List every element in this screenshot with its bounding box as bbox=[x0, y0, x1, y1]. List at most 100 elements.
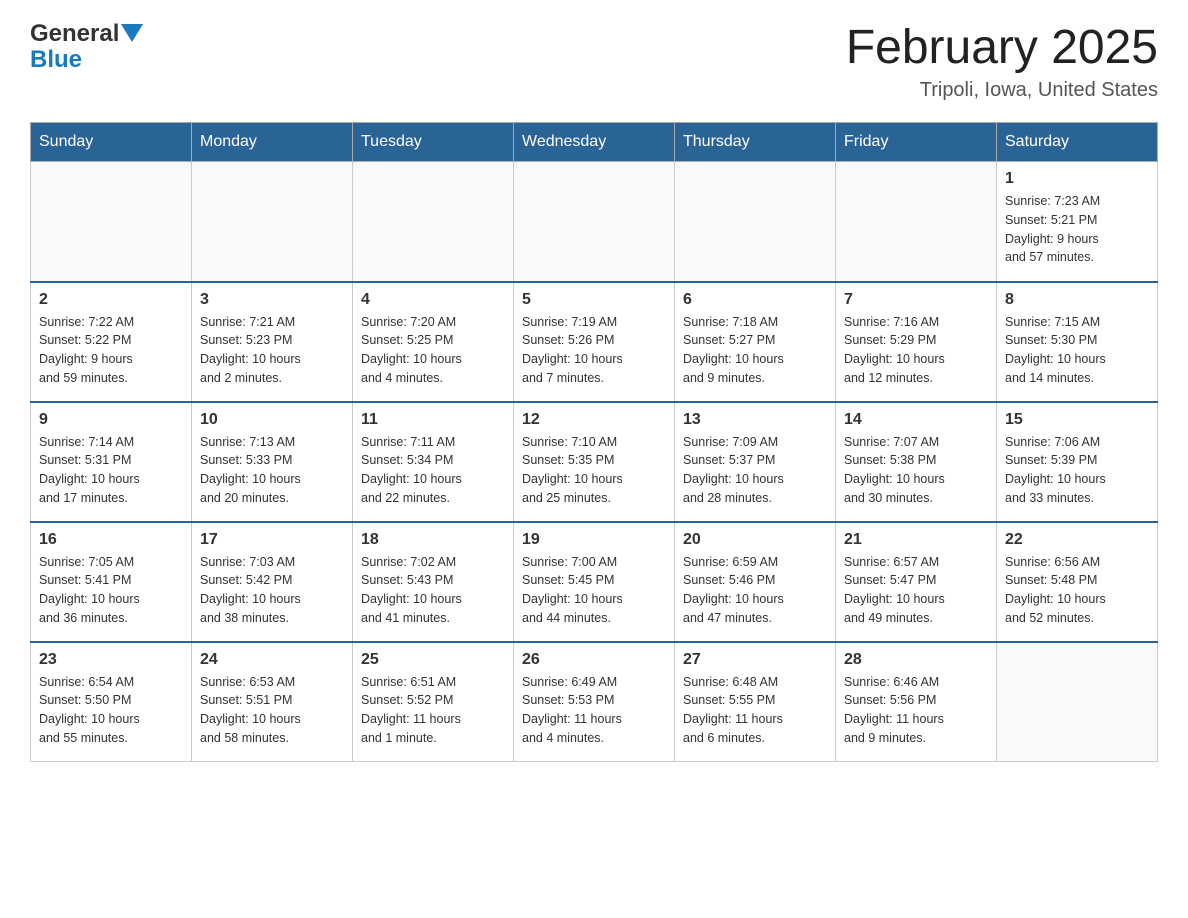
day-info: Sunrise: 7:00 AM Sunset: 5:45 PM Dayligh… bbox=[522, 553, 666, 628]
calendar-cell: 11 Sunrise: 7:11 AM Sunset: 5:34 PM Dayli… bbox=[353, 402, 514, 522]
day-number: 24 bbox=[200, 651, 344, 669]
calendar-cell: 9 Sunrise: 7:14 AM Sunset: 5:31 PM Daylig… bbox=[31, 402, 192, 522]
calendar-cell: 2 Sunrise: 7:22 AM Sunset: 5:22 PM Daylig… bbox=[31, 282, 192, 402]
logo-blue-text: Blue bbox=[30, 46, 82, 74]
day-info: Sunrise: 7:16 AM Sunset: 5:29 PM Dayligh… bbox=[844, 313, 988, 388]
day-info: Sunrise: 6:53 AM Sunset: 5:51 PM Dayligh… bbox=[200, 673, 344, 748]
day-info: Sunrise: 7:18 AM Sunset: 5:27 PM Dayligh… bbox=[683, 313, 827, 388]
day-info: Sunrise: 7:11 AM Sunset: 5:34 PM Dayligh… bbox=[361, 433, 505, 508]
day-number: 26 bbox=[522, 651, 666, 669]
day-info: Sunrise: 6:54 AM Sunset: 5:50 PM Dayligh… bbox=[39, 673, 183, 748]
day-info: Sunrise: 7:13 AM Sunset: 5:33 PM Dayligh… bbox=[200, 433, 344, 508]
day-info: Sunrise: 7:22 AM Sunset: 5:22 PM Dayligh… bbox=[39, 313, 183, 388]
calendar-header-row: SundayMondayTuesdayWednesdayThursdayFrid… bbox=[31, 123, 1158, 162]
calendar-cell: 16 Sunrise: 7:05 AM Sunset: 5:41 PM Dayli… bbox=[31, 522, 192, 642]
day-info: Sunrise: 7:03 AM Sunset: 5:42 PM Dayligh… bbox=[200, 553, 344, 628]
calendar-cell: 18 Sunrise: 7:02 AM Sunset: 5:43 PM Dayli… bbox=[353, 522, 514, 642]
day-info: Sunrise: 6:51 AM Sunset: 5:52 PM Dayligh… bbox=[361, 673, 505, 748]
day-info: Sunrise: 6:49 AM Sunset: 5:53 PM Dayligh… bbox=[522, 673, 666, 748]
calendar-cell: 19 Sunrise: 7:00 AM Sunset: 5:45 PM Dayli… bbox=[514, 522, 675, 642]
calendar-cell bbox=[675, 162, 836, 282]
day-info: Sunrise: 6:48 AM Sunset: 5:55 PM Dayligh… bbox=[683, 673, 827, 748]
calendar-week-row: 23 Sunrise: 6:54 AM Sunset: 5:50 PM Dayli… bbox=[31, 642, 1158, 762]
day-info: Sunrise: 6:46 AM Sunset: 5:56 PM Dayligh… bbox=[844, 673, 988, 748]
calendar-week-row: 9 Sunrise: 7:14 AM Sunset: 5:31 PM Daylig… bbox=[31, 402, 1158, 522]
day-number: 7 bbox=[844, 291, 988, 309]
calendar-cell: 20Sunrise: 6:59 AM Sunset: 5:46 PM Dayli… bbox=[675, 522, 836, 642]
day-of-week-header: Friday bbox=[836, 123, 997, 162]
day-of-week-header: Monday bbox=[192, 123, 353, 162]
day-number: 19 bbox=[522, 531, 666, 549]
calendar-cell: 21 Sunrise: 6:57 AM Sunset: 5:47 PM Dayli… bbox=[836, 522, 997, 642]
day-number: 11 bbox=[361, 411, 505, 429]
day-info: Sunrise: 7:20 AM Sunset: 5:25 PM Dayligh… bbox=[361, 313, 505, 388]
day-number: 2 bbox=[39, 291, 183, 309]
day-number: 12 bbox=[522, 411, 666, 429]
day-number: 9 bbox=[39, 411, 183, 429]
day-number: 23 bbox=[39, 651, 183, 669]
day-number: 13 bbox=[683, 411, 827, 429]
day-info: Sunrise: 7:21 AM Sunset: 5:23 PM Dayligh… bbox=[200, 313, 344, 388]
day-of-week-header: Saturday bbox=[997, 123, 1158, 162]
logo-arrow-icon bbox=[121, 24, 143, 46]
calendar-cell bbox=[31, 162, 192, 282]
calendar-cell: 27 Sunrise: 6:48 AM Sunset: 5:55 PM Dayli… bbox=[675, 642, 836, 762]
calendar-cell: 14 Sunrise: 7:07 AM Sunset: 5:38 PM Dayli… bbox=[836, 402, 997, 522]
day-number: 3 bbox=[200, 291, 344, 309]
logo: General Blue bbox=[30, 20, 143, 74]
day-number: 20 bbox=[683, 531, 827, 549]
day-info: Sunrise: 7:06 AM Sunset: 5:39 PM Dayligh… bbox=[1005, 433, 1149, 508]
calendar-cell: 13 Sunrise: 7:09 AM Sunset: 5:37 PM Dayli… bbox=[675, 402, 836, 522]
day-info: Sunrise: 7:23 AM Sunset: 5:21 PM Dayligh… bbox=[1005, 192, 1149, 267]
day-number: 8 bbox=[1005, 291, 1149, 309]
day-number: 4 bbox=[361, 291, 505, 309]
day-info: Sunrise: 6:57 AM Sunset: 5:47 PM Dayligh… bbox=[844, 553, 988, 628]
calendar-cell bbox=[353, 162, 514, 282]
calendar-cell: 5Sunrise: 7:19 AM Sunset: 5:26 PM Daylig… bbox=[514, 282, 675, 402]
month-title: February 2025 bbox=[846, 20, 1158, 75]
day-info: Sunrise: 6:56 AM Sunset: 5:48 PM Dayligh… bbox=[1005, 553, 1149, 628]
calendar-week-row: 16 Sunrise: 7:05 AM Sunset: 5:41 PM Dayli… bbox=[31, 522, 1158, 642]
calendar-table: SundayMondayTuesdayWednesdayThursdayFrid… bbox=[30, 122, 1158, 762]
day-info: Sunrise: 7:10 AM Sunset: 5:35 PM Dayligh… bbox=[522, 433, 666, 508]
calendar-cell: 24 Sunrise: 6:53 AM Sunset: 5:51 PM Dayli… bbox=[192, 642, 353, 762]
day-number: 21 bbox=[844, 531, 988, 549]
day-number: 16 bbox=[39, 531, 183, 549]
title-block: February 2025 Tripoli, Iowa, United Stat… bbox=[846, 20, 1158, 102]
day-info: Sunrise: 7:14 AM Sunset: 5:31 PM Dayligh… bbox=[39, 433, 183, 508]
day-info: Sunrise: 7:05 AM Sunset: 5:41 PM Dayligh… bbox=[39, 553, 183, 628]
day-number: 6 bbox=[683, 291, 827, 309]
calendar-cell: 28 Sunrise: 6:46 AM Sunset: 5:56 PM Dayli… bbox=[836, 642, 997, 762]
calendar-cell: 7 Sunrise: 7:16 AM Sunset: 5:29 PM Daylig… bbox=[836, 282, 997, 402]
day-of-week-header: Wednesday bbox=[514, 123, 675, 162]
day-number: 22 bbox=[1005, 531, 1149, 549]
day-number: 27 bbox=[683, 651, 827, 669]
calendar-cell: 3 Sunrise: 7:21 AM Sunset: 5:23 PM Daylig… bbox=[192, 282, 353, 402]
calendar-cell: 17 Sunrise: 7:03 AM Sunset: 5:42 PM Dayli… bbox=[192, 522, 353, 642]
day-number: 14 bbox=[844, 411, 988, 429]
calendar-cell: 1 Sunrise: 7:23 AM Sunset: 5:21 PM Daylig… bbox=[997, 162, 1158, 282]
day-of-week-header: Tuesday bbox=[353, 123, 514, 162]
day-number: 18 bbox=[361, 531, 505, 549]
calendar-cell: 23 Sunrise: 6:54 AM Sunset: 5:50 PM Dayli… bbox=[31, 642, 192, 762]
day-number: 25 bbox=[361, 651, 505, 669]
day-info: Sunrise: 7:09 AM Sunset: 5:37 PM Dayligh… bbox=[683, 433, 827, 508]
calendar-cell: 26 Sunrise: 6:49 AM Sunset: 5:53 PM Dayli… bbox=[514, 642, 675, 762]
day-number: 28 bbox=[844, 651, 988, 669]
day-info: Sunrise: 7:07 AM Sunset: 5:38 PM Dayligh… bbox=[844, 433, 988, 508]
calendar-cell: 25 Sunrise: 6:51 AM Sunset: 5:52 PM Dayli… bbox=[353, 642, 514, 762]
day-number: 5 bbox=[522, 291, 666, 309]
calendar-cell bbox=[192, 162, 353, 282]
day-number: 15 bbox=[1005, 411, 1149, 429]
day-info: Sunrise: 7:02 AM Sunset: 5:43 PM Dayligh… bbox=[361, 553, 505, 628]
calendar-cell: 10Sunrise: 7:13 AM Sunset: 5:33 PM Dayli… bbox=[192, 402, 353, 522]
day-of-week-header: Sunday bbox=[31, 123, 192, 162]
day-number: 17 bbox=[200, 531, 344, 549]
calendar-cell: 6 Sunrise: 7:18 AM Sunset: 5:27 PM Daylig… bbox=[675, 282, 836, 402]
calendar-cell: 12 Sunrise: 7:10 AM Sunset: 5:35 PM Dayli… bbox=[514, 402, 675, 522]
calendar-cell bbox=[997, 642, 1158, 762]
day-number: 1 bbox=[1005, 170, 1149, 188]
calendar-cell bbox=[836, 162, 997, 282]
calendar-cell: 4 Sunrise: 7:20 AM Sunset: 5:25 PM Daylig… bbox=[353, 282, 514, 402]
calendar-cell: 15 Sunrise: 7:06 AM Sunset: 5:39 PM Dayli… bbox=[997, 402, 1158, 522]
